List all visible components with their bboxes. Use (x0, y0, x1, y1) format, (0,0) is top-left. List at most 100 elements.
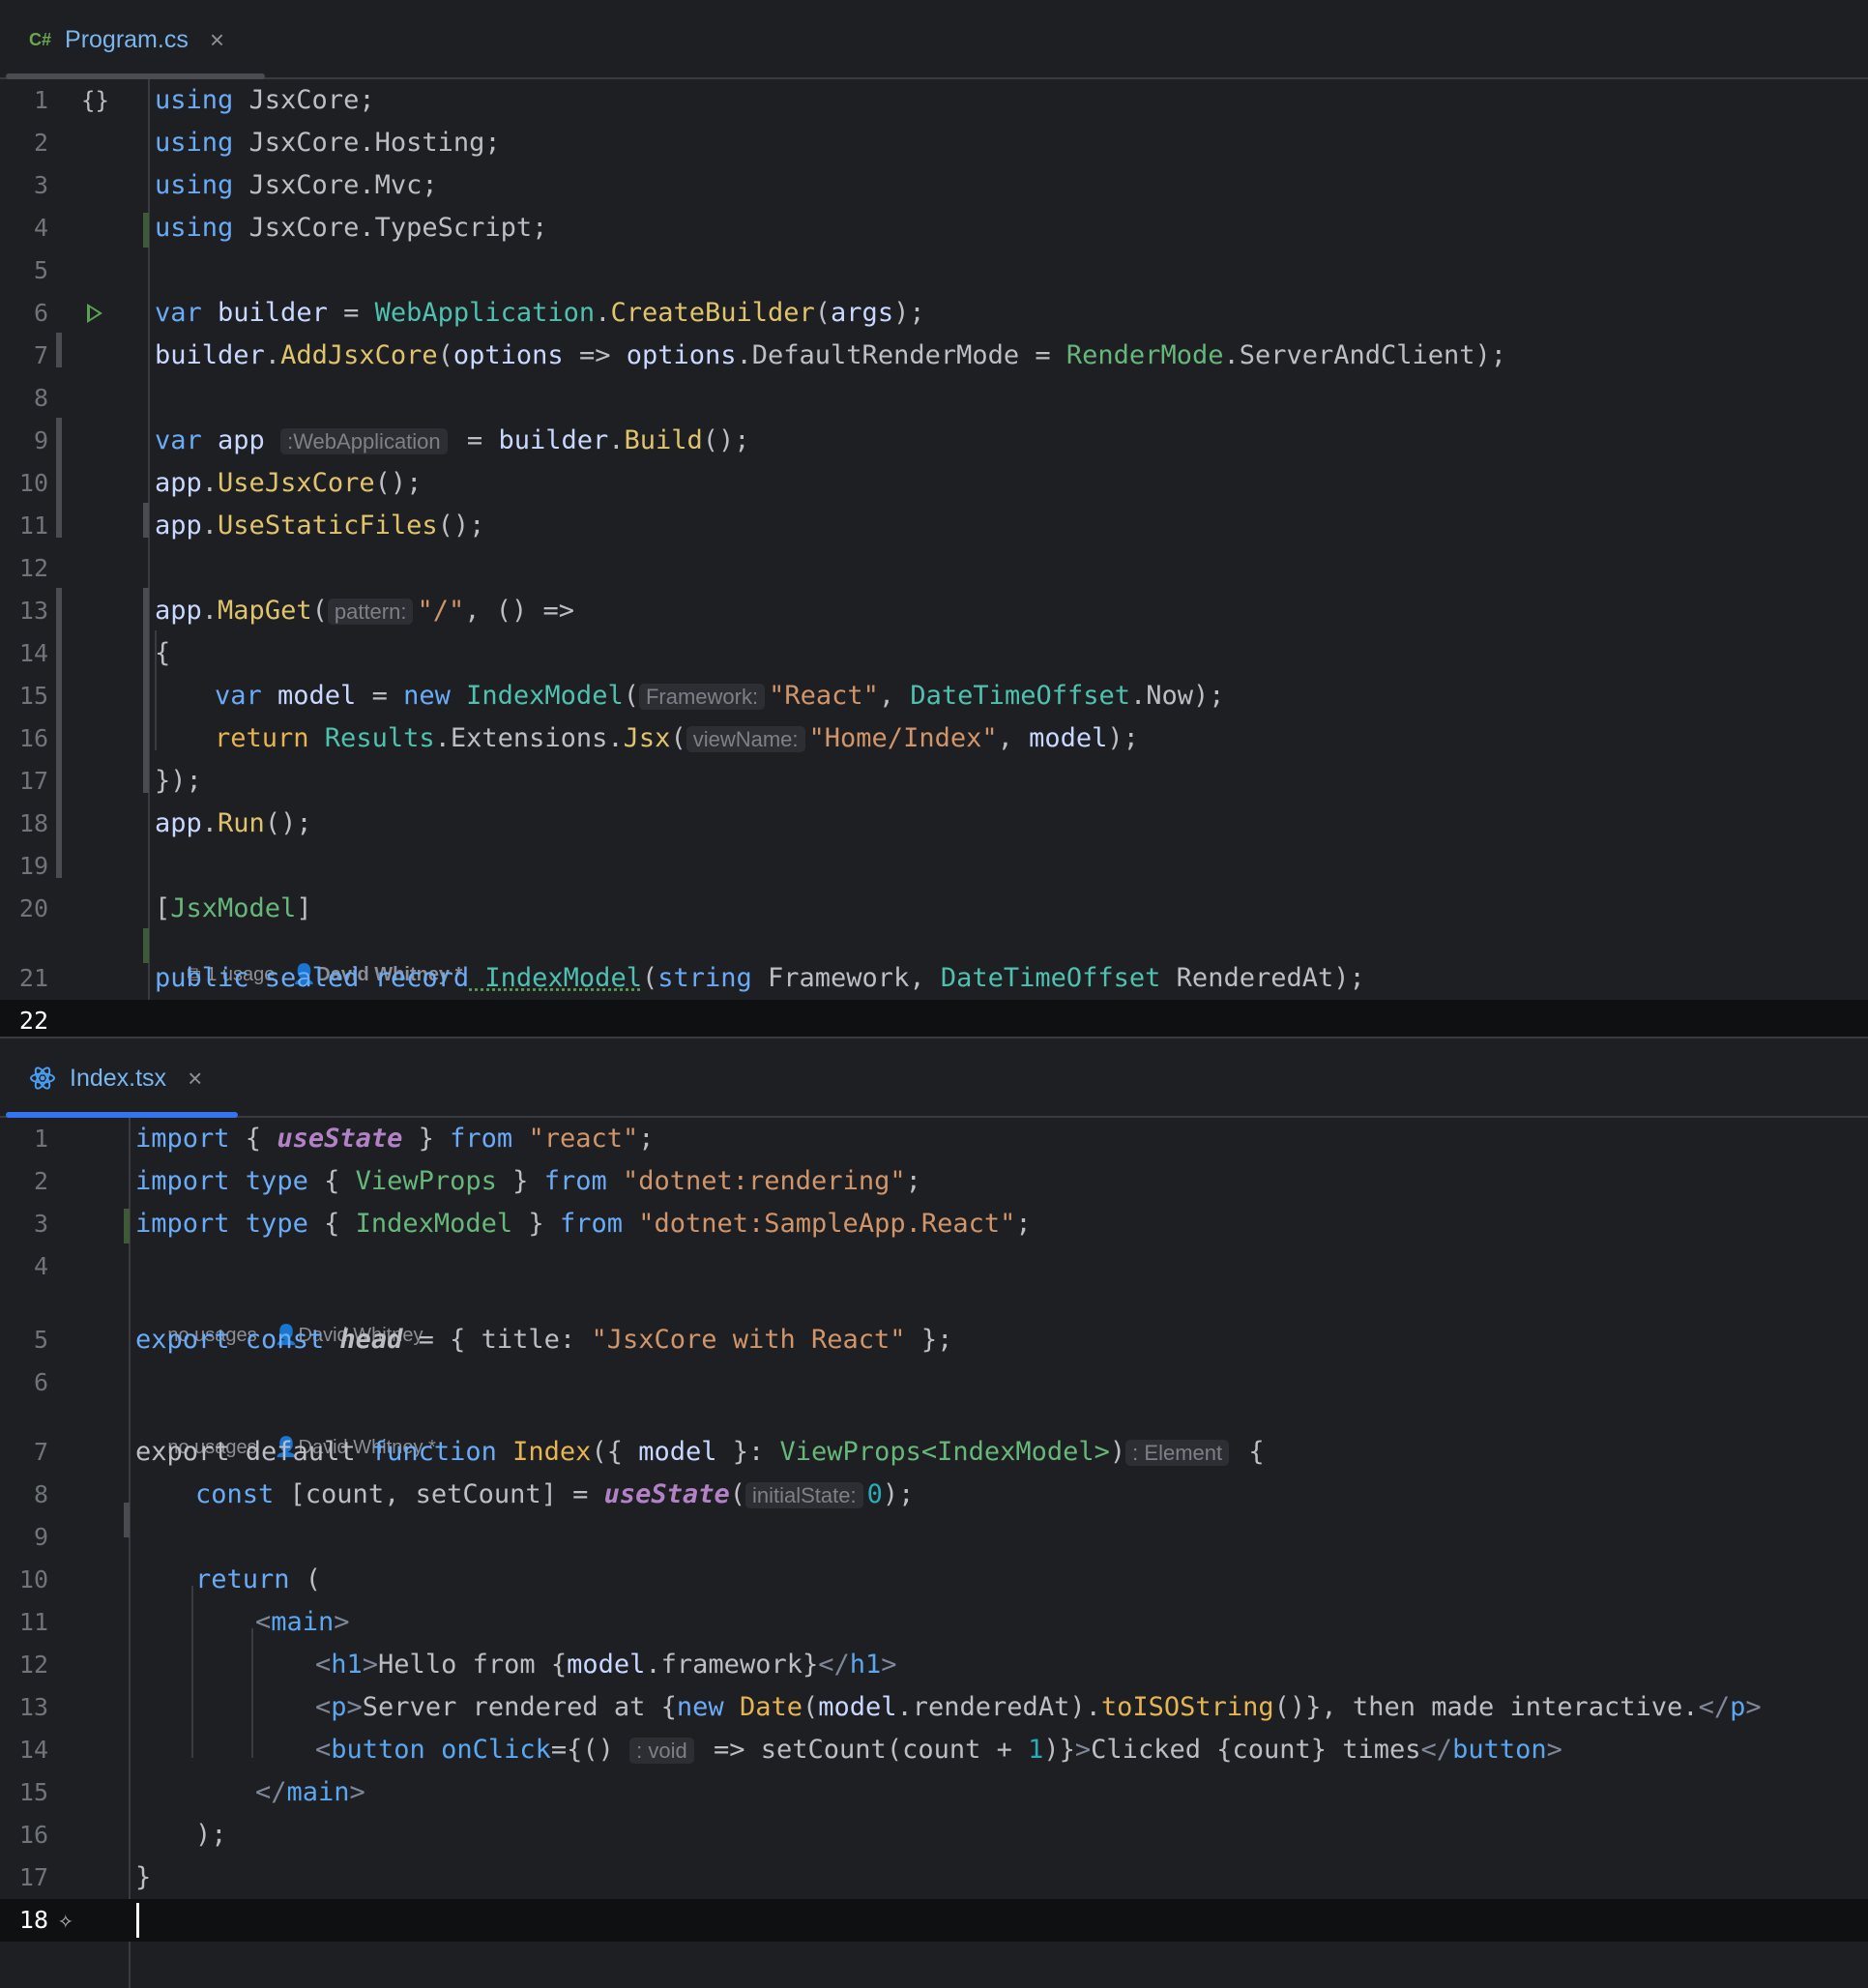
code-text: public sealed record IndexModel(string F… (155, 963, 1365, 993)
line-number: 12 (18, 554, 48, 582)
code-text: ); (195, 1820, 227, 1850)
code-line: 3 using JsxCore.Mvc; (0, 164, 1868, 207)
line-number: 4 (33, 214, 48, 242)
code-text: var model = new IndexModel(Framework: "Re… (215, 681, 1225, 711)
text-cursor (136, 1903, 139, 1938)
code-text: app.Run(); (155, 808, 312, 838)
csharp-file-icon: C# (29, 29, 52, 49)
line-number: 15 (18, 682, 48, 710)
line-number: 3 (33, 171, 48, 199)
close-icon[interactable]: × (188, 1064, 202, 1094)
code-text: var builder = WebApplication.CreateBuild… (155, 298, 925, 328)
line-number: 2 (33, 1167, 48, 1195)
code-text: var app :WebApplication = builder.Build(… (155, 425, 750, 455)
code-line: 11 <main> (0, 1601, 1868, 1644)
code-line: 11 app.UseStaticFiles(); (0, 505, 1868, 547)
line-number: 14 (18, 639, 48, 667)
line-number: 7 (33, 1438, 48, 1466)
line-number: 6 (33, 299, 48, 327)
code-line: 12 (0, 547, 1868, 590)
code-text: return ( (195, 1564, 322, 1594)
line-number: 21 (18, 964, 48, 992)
line-number: 20 (18, 894, 48, 922)
tab-label: Index.tsx (70, 1064, 167, 1092)
line-number: 10 (18, 469, 48, 497)
code-text: const [count, setCount] = useState(initi… (195, 1479, 915, 1509)
code-text: }); (155, 766, 202, 796)
code-line: 12 <h1>Hello from {model.framework}</h1> (0, 1644, 1868, 1686)
code-line: 5 export const head = { title: "JsxCore … (0, 1319, 1868, 1361)
code-line: 8 const [count, setCount] = useState(ini… (0, 1474, 1868, 1516)
code-line: 13 app.MapGet(pattern: "/", () => (0, 590, 1868, 632)
code-line: 16 return Results.Extensions.Jsx(viewNam… (0, 717, 1868, 760)
parameter-inlay-hint: pattern: (327, 599, 414, 625)
code-text: } (135, 1862, 152, 1892)
code-text: export default function Index({ model }:… (135, 1437, 1265, 1467)
line-number: 9 (33, 426, 48, 454)
code-line: 15 var model = new IndexModel(Framework:… (0, 675, 1868, 717)
react-icon (29, 1065, 56, 1092)
line-number: 14 (18, 1736, 48, 1764)
code-line: 1 using JsxCore; (0, 79, 1868, 122)
line-number: 2 (33, 129, 48, 157)
line-number: 8 (33, 1480, 48, 1508)
code-line: 6 var builder = WebApplication.CreateBui… (0, 292, 1868, 335)
line-number: 17 (18, 1863, 48, 1891)
line-number: 13 (18, 597, 48, 625)
code-line: 13 <p>Server rendered at {new Date(model… (0, 1686, 1868, 1729)
code-line: 17 } (0, 1856, 1868, 1899)
code-line: 2 using JsxCore.Hosting; (0, 122, 1868, 164)
line-number: 7 (33, 341, 48, 369)
tab-bar: C# Program.cs × (0, 0, 1868, 79)
line-number: 5 (33, 1326, 48, 1354)
code-line: 18 app.Run(); (0, 803, 1868, 845)
code-line: 16 ); (0, 1814, 1868, 1856)
ai-assistant-icon[interactable]: ✧ (58, 1899, 73, 1942)
code-text: export const head = { title: "JsxCore wi… (135, 1325, 953, 1355)
code-text: app.MapGet(pattern: "/", () => (155, 596, 575, 626)
code-text: import type { ViewProps } from "dotnet:r… (135, 1166, 921, 1196)
code-text: [JsxModel] (155, 893, 312, 923)
code-text: { (155, 638, 171, 668)
tab-index-tsx[interactable]: Index.tsx × (8, 1038, 229, 1118)
line-number: 12 (18, 1651, 48, 1679)
code-text: <p>Server rendered at {new Date(model.re… (315, 1692, 1762, 1722)
code-text: return Results.Extensions.Jsx(viewName: "… (215, 723, 1139, 753)
line-number: 1 (33, 1125, 48, 1153)
code-text: import { useState } from "react"; (135, 1124, 655, 1154)
line-number: 8 (33, 384, 48, 412)
code-line: 6 (0, 1361, 1868, 1404)
current-line: 18 ✧ (0, 1899, 1868, 1942)
type-inlay-hint: :WebApplication (280, 428, 448, 454)
code-text: <main> (255, 1607, 350, 1637)
line-number: 13 (18, 1693, 48, 1721)
code-line: 10 return ( (0, 1559, 1868, 1601)
tab-label: Program.cs (65, 25, 189, 53)
code-line: 4 using JsxCore.TypeScript; (0, 207, 1868, 249)
close-icon[interactable]: × (210, 25, 224, 55)
code-text: </main> (255, 1777, 365, 1807)
code-text: using JsxCore.TypeScript; (155, 213, 548, 243)
line-number: 10 (18, 1565, 48, 1593)
line-number: 9 (33, 1523, 48, 1551)
code-text: using JsxCore.Hosting; (155, 128, 501, 158)
line-number: 3 (33, 1210, 48, 1238)
code-line: 10 app.UseJsxCore(); (0, 462, 1868, 505)
code-line: 9 (0, 1516, 1868, 1559)
tab-program-cs[interactable]: C# Program.cs × (8, 0, 251, 79)
code-line: 7 export default function Index({ model … (0, 1431, 1868, 1474)
code-line: 20 [JsxModel] (0, 888, 1868, 930)
code-line: 14 <button onClick={() : void => setCoun… (0, 1729, 1868, 1771)
code-line: 5 (0, 249, 1868, 292)
code-line: 7 builder.AddJsxCore(options => options.… (0, 335, 1868, 377)
code-text: import type { IndexModel } from "dotnet:… (135, 1209, 1032, 1239)
line-number: 11 (18, 1608, 48, 1636)
line-number: 18 (18, 1906, 48, 1934)
line-number: 15 (18, 1778, 48, 1806)
editor-pane-program: C# Program.cs × {} 1 using JsxCore; 2 us… (0, 0, 1868, 1042)
line-number: 18 (18, 809, 48, 837)
code-line: 15 </main> (0, 1771, 1868, 1814)
parameter-inlay-hint: viewName: (686, 726, 805, 752)
line-number: 11 (18, 512, 48, 540)
code-text: using JsxCore.Mvc; (155, 170, 438, 200)
